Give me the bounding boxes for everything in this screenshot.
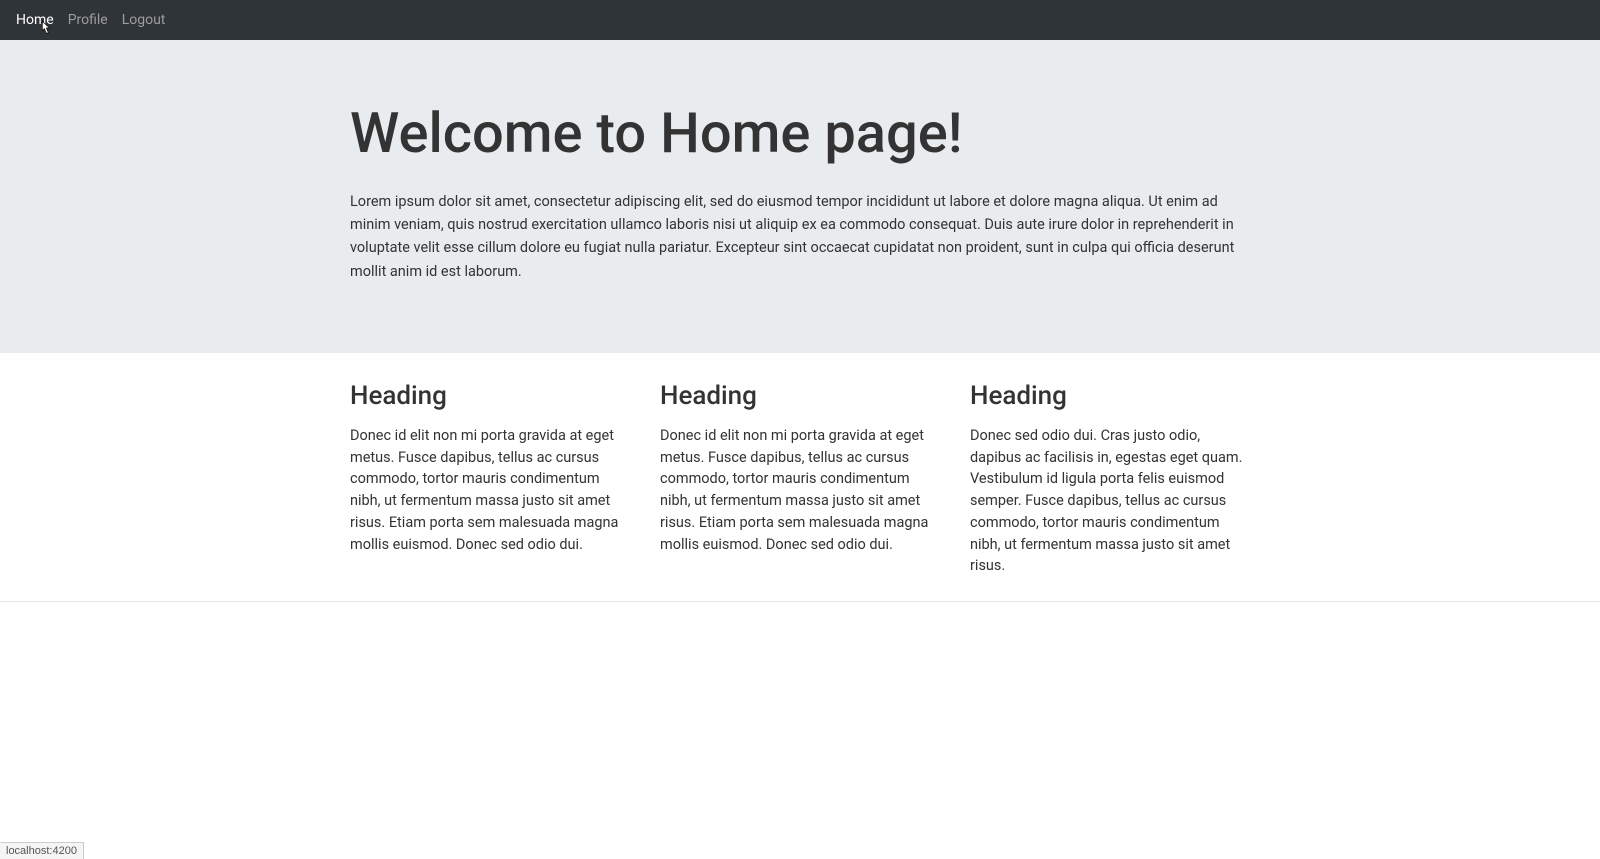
column-heading: Heading [970,381,1250,411]
nav-home-link[interactable]: Home [16,12,54,28]
column-heading: Heading [660,381,940,411]
browser-status-text: localhost:4200 [0,842,84,859]
navbar: Home Profile Logout [0,0,1600,40]
feature-column: Heading Donec id elit non mi porta gravi… [660,381,940,577]
nav-logout-link[interactable]: Logout [122,12,166,28]
feature-column: Heading Donec id elit non mi porta gravi… [350,381,630,577]
column-body: Donec id elit non mi porta gravida at eg… [350,425,630,556]
columns-section: Heading Donec id elit non mi porta gravi… [0,353,1600,602]
column-body: Donec sed odio dui. Cras justo odio, dap… [970,425,1250,577]
hero-section: Welcome to Home page! Lorem ipsum dolor … [0,40,1600,353]
hero-body-text: Lorem ipsum dolor sit amet, consectetur … [350,190,1250,283]
page-title: Welcome to Home page! [350,100,1250,166]
column-body: Donec id elit non mi porta gravida at eg… [660,425,940,556]
feature-column: Heading Donec sed odio dui. Cras justo o… [970,381,1250,577]
column-heading: Heading [350,381,630,411]
nav-profile-link[interactable]: Profile [68,12,108,28]
